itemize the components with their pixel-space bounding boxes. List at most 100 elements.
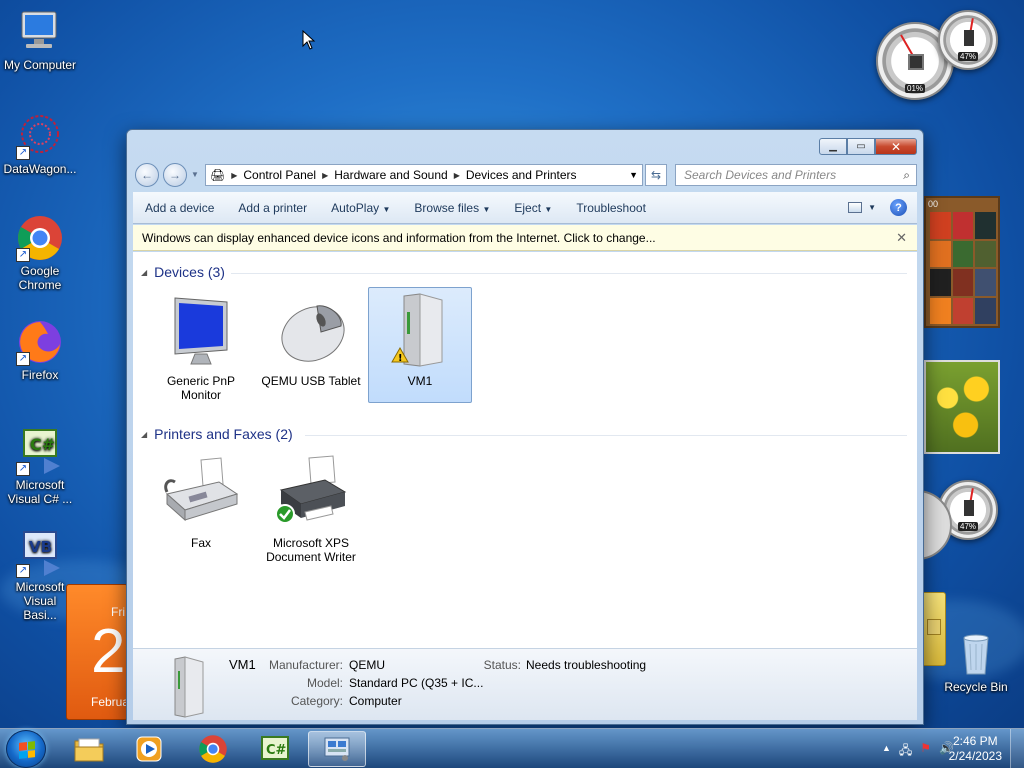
maximize-button[interactable]: ▭ — [847, 138, 875, 155]
details-pane: VM1 Manufacturer: QEMU Model: Standard P… — [133, 648, 917, 720]
help-button[interactable]: ? — [890, 199, 907, 216]
breadcrumb-devices-and-printers[interactable]: Devices and Printers — [460, 168, 583, 182]
taskbar-explorer[interactable] — [60, 731, 118, 767]
chevron-down-icon: ▼ — [544, 204, 553, 214]
group-header-label: Devices (3) — [154, 264, 225, 280]
puzzle-gadget[interactable]: 00 — [924, 196, 1000, 328]
search-placeholder: Search Devices and Printers — [684, 168, 837, 182]
cpu-percent: 01% — [904, 84, 926, 93]
device-label: Microsoft XPS Document Writer — [266, 536, 356, 564]
clock-date: 2/24/2023 — [948, 749, 1002, 763]
change-view-icon[interactable] — [848, 202, 863, 213]
add-printer-button[interactable]: Add a printer — [226, 201, 319, 215]
device-list: ◢ Devices (3) Generic PnP Monitor QEMU U… — [133, 252, 917, 648]
system-tray: ▲ 🖧 ⚑ 🔊 — [882, 741, 954, 762]
desktop-icon-label: My Computer — [3, 58, 77, 72]
category-value: Computer — [349, 694, 402, 708]
device-fax[interactable]: Fax — [149, 450, 253, 556]
close-button[interactable]: ✕ — [875, 138, 917, 155]
desktop-icon-firefox[interactable]: ↗ Firefox — [0, 318, 80, 382]
back-arrow-icon: ← — [141, 168, 153, 182]
calendar-gadget[interactable]: Fri 2 Februa — [66, 584, 130, 720]
taskbar-chrome[interactable] — [184, 731, 242, 767]
chrome-icon: ↗ — [16, 214, 64, 262]
taskbar-media-player[interactable] — [120, 731, 178, 767]
shortcut-arrow-icon: ↗ — [16, 462, 30, 476]
taskbar-visual-csharp[interactable]: C# — [246, 731, 304, 767]
group-header-devices[interactable]: ◢ Devices (3) — [141, 264, 225, 280]
desktop-icon-datawagon[interactable]: ↗ DataWagon... — [0, 112, 80, 176]
puzzle-counter: 00 — [928, 199, 939, 209]
windows-logo-icon — [19, 741, 35, 759]
taskbar: C# ▲ 🖧 ⚑ 🔊 2:46 PM 2/24/2023 — [0, 728, 1024, 768]
search-input[interactable]: Search Devices and Printers ⌕ — [675, 164, 917, 186]
tulip-photo — [926, 362, 998, 452]
autoplay-button[interactable]: AutoPlay ▼ — [319, 201, 402, 215]
desktop-icon-my-computer[interactable]: My Computer — [0, 8, 80, 72]
minimize-button[interactable]: ▁ — [819, 138, 847, 155]
device-generic-pnp-monitor[interactable]: Generic PnP Monitor — [149, 288, 253, 402]
recycle-bin-icon — [952, 630, 1000, 678]
show-hidden-icons-icon[interactable]: ▲ — [882, 743, 891, 762]
memory-meter-gadget[interactable]: 47% — [938, 10, 998, 70]
manufacturer-label: Manufacturer: — [268, 658, 343, 672]
add-device-button[interactable]: Add a device — [133, 201, 226, 215]
chrome-icon — [199, 735, 227, 763]
show-desktop-button[interactable] — [1010, 729, 1024, 768]
close-info-bar-icon[interactable]: ✕ — [896, 230, 907, 246]
search-icon[interactable]: ⌕ — [903, 168, 910, 183]
memory-percent-2: 47% — [957, 522, 979, 531]
shortcut-arrow-icon: ↗ — [16, 248, 30, 262]
datawagon-icon: ↗ — [16, 112, 64, 160]
device-label: QEMU USB Tablet — [261, 374, 361, 388]
visual-csharp-icon: C# ↗ — [16, 428, 64, 476]
action-center-flag-icon[interactable]: ⚑ — [920, 741, 931, 762]
desktop-icon-chrome[interactable]: ↗ Google Chrome — [0, 214, 80, 292]
taskbar-devices-and-printers[interactable] — [308, 731, 366, 767]
media-player-icon — [136, 736, 162, 762]
back-button[interactable]: ← — [135, 163, 159, 187]
desktop-icon-visual-csharp[interactable]: C# ↗ Microsoft Visual C# ... — [0, 428, 80, 506]
calendar-day: 2 — [91, 617, 126, 686]
memory-icon — [964, 30, 974, 46]
device-label: VM1 — [407, 374, 433, 388]
info-bar-text: Windows can display enhanced device icon… — [142, 231, 656, 245]
clock[interactable]: 2:46 PM 2/24/2023 — [949, 734, 1002, 764]
desktop-icon-recycle-bin[interactable]: Recycle Bin — [936, 630, 1016, 694]
forward-button[interactable]: → — [163, 163, 187, 187]
card-gadget[interactable] — [922, 592, 946, 666]
visual-basic-icon: VB ↗ — [16, 530, 64, 578]
chevron-down-icon: ▼ — [482, 204, 491, 214]
device-microsoft-xps-document-writer[interactable]: Microsoft XPS Document Writer — [259, 450, 363, 564]
address-bar[interactable]: 🖨 ▶ Control Panel ▶ Hardware and Sound ▶… — [205, 164, 643, 186]
desktop-icon-label: Microsoft Visual C# ... — [7, 478, 73, 506]
computer-tower-icon: ! — [380, 292, 460, 370]
desktop-icon-label: Microsoft Visual Basi... — [15, 580, 65, 622]
troubleshoot-button[interactable]: Troubleshoot — [564, 201, 658, 215]
refresh-button[interactable]: ⇆ — [645, 164, 667, 186]
group-header-label: Printers and Faxes (2) — [154, 426, 293, 442]
browse-files-label: Browse files — [414, 200, 480, 215]
view-options-dropdown-icon[interactable]: ▼ — [868, 203, 876, 212]
eject-button[interactable]: Eject ▼ — [502, 201, 564, 215]
breadcrumb-hardware-and-sound[interactable]: Hardware and Sound — [328, 168, 453, 182]
group-header-printers[interactable]: ◢ Printers and Faxes (2) — [141, 426, 293, 442]
start-button[interactable] — [6, 730, 46, 768]
browse-files-button[interactable]: Browse files ▼ — [402, 201, 502, 215]
device-vm1[interactable]: ! VM1 — [368, 287, 472, 403]
calendar-month: Februa — [91, 695, 130, 709]
history-dropdown-icon[interactable]: ▼ — [191, 170, 199, 179]
breadcrumb-control-panel[interactable]: Control Panel — [237, 168, 322, 182]
help-icon: ? — [895, 201, 902, 214]
info-bar[interactable]: Windows can display enhanced device icon… — [133, 225, 917, 251]
forward-arrow-icon: → — [169, 168, 181, 182]
collapse-triangle-icon[interactable]: ◢ — [141, 268, 147, 277]
collapse-triangle-icon[interactable]: ◢ — [141, 430, 147, 439]
visual-csharp-icon: C# — [261, 736, 289, 760]
shortcut-arrow-icon: ↗ — [16, 146, 30, 160]
address-dropdown-icon[interactable]: ▼ — [629, 170, 638, 180]
device-qemu-usb-tablet[interactable]: QEMU USB Tablet — [259, 288, 363, 402]
network-icon[interactable]: 🖧 — [899, 741, 912, 762]
desktop-icon-label: Firefox — [21, 368, 59, 382]
slideshow-gadget[interactable] — [924, 360, 1000, 454]
